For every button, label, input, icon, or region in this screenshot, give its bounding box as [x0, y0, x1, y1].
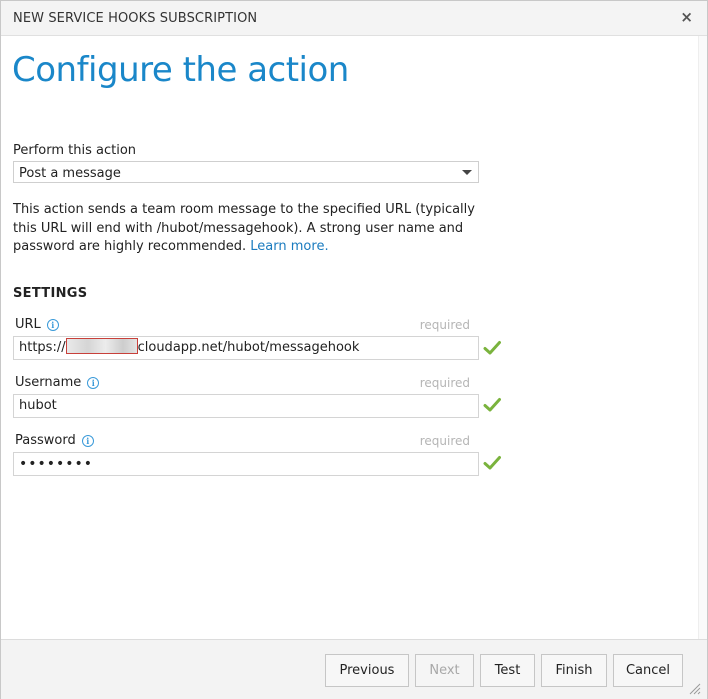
username-required: required [419, 376, 470, 390]
dialog-titlebar: NEW SERVICE HOOKS SUBSCRIPTION × [1, 1, 707, 36]
url-value-suffix: cloudapp.net/hubot/messagehook [137, 340, 360, 355]
url-label: URL i [15, 317, 59, 332]
finish-button[interactable]: Finish [541, 654, 607, 687]
url-label-text: URL [15, 317, 41, 332]
username-label: Username i [15, 375, 100, 390]
username-input[interactable]: hubot [13, 394, 479, 418]
password-label-text: Password [15, 433, 76, 448]
close-icon[interactable]: × [680, 8, 693, 26]
perform-action-label: Perform this action [13, 143, 137, 158]
chevron-down-icon [462, 170, 472, 175]
url-required: required [419, 318, 470, 332]
check-icon [483, 456, 501, 470]
service-hooks-dialog: NEW SERVICE HOOKS SUBSCRIPTION × Configu… [0, 0, 708, 699]
dialog-footer: Previous Next Test Finish Cancel [1, 639, 707, 699]
next-button[interactable]: Next [415, 654, 474, 687]
url-input[interactable]: https:// cloudapp.net/hubot/messagehook [13, 336, 479, 360]
test-button[interactable]: Test [480, 654, 535, 687]
check-icon [483, 341, 501, 355]
password-label: Password i [15, 433, 94, 448]
page-title: Configure the action [12, 50, 349, 90]
previous-button[interactable]: Previous [325, 654, 409, 687]
info-icon[interactable]: i [81, 434, 94, 447]
info-icon[interactable]: i [87, 376, 100, 389]
action-description-text: This action sends a team room message to… [13, 202, 475, 254]
resize-grip-icon[interactable] [689, 683, 701, 695]
action-select[interactable]: Post a message [13, 161, 479, 183]
action-select-value: Post a message [19, 166, 121, 181]
info-icon[interactable]: i [46, 318, 59, 331]
check-icon [483, 398, 501, 412]
url-value-prefix: https:// [19, 340, 66, 355]
settings-header: SETTINGS [13, 286, 88, 301]
password-input[interactable]: •••••••• [13, 452, 479, 476]
password-value: •••••••• [19, 456, 94, 472]
scrollbar[interactable] [698, 36, 707, 639]
password-required: required [419, 434, 470, 448]
dialog-content: Configure the action Perform this action… [1, 36, 699, 639]
learn-more-link[interactable]: Learn more. [250, 239, 328, 254]
action-description: This action sends a team room message to… [13, 201, 483, 257]
cancel-button[interactable]: Cancel [613, 654, 683, 687]
username-label-text: Username [15, 375, 82, 390]
dialog-title: NEW SERVICE HOOKS SUBSCRIPTION [13, 11, 258, 26]
redacted-region [65, 338, 138, 354]
username-value: hubot [19, 398, 57, 413]
